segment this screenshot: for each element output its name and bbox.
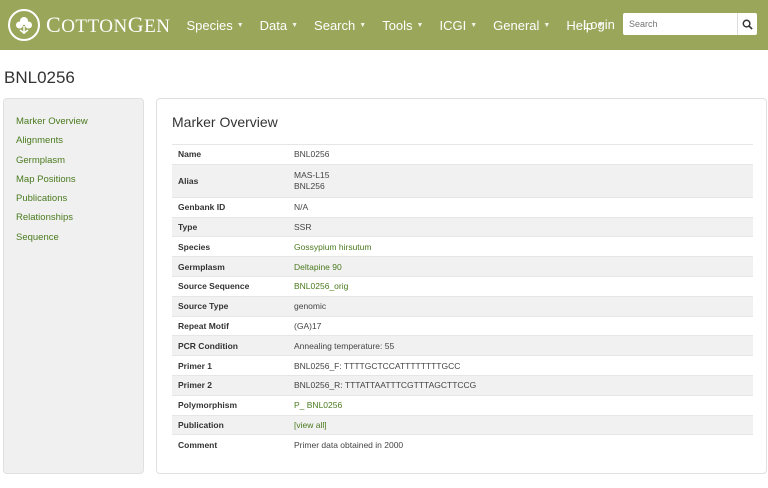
sidebar: Marker Overview Alignments Germplasm Map…	[3, 98, 144, 474]
page-title: BNL0256	[4, 68, 75, 87]
row-pcr-condition: PCR Condition Annealing temperature: 55	[172, 335, 753, 356]
row-primer-1: Primer 1 BNL0256_F: TTTTGCTCCATTTTTTTTGC…	[172, 355, 753, 376]
field-value: Gossypium hirsutum	[288, 237, 753, 257]
row-source-sequence: Source Sequence BNL0256_orig	[172, 276, 753, 296]
sidebar-item-alignments[interactable]: Alignments	[4, 134, 143, 153]
row-genbank-id: Genbank ID N/A	[172, 197, 753, 217]
search-input[interactable]	[623, 13, 737, 35]
germplasm-link[interactable]: Deltapine 90	[294, 262, 342, 272]
alias-value: MAS-L15	[294, 169, 330, 180]
row-species: Species Gossypium hirsutum	[172, 236, 753, 257]
top-navbar: COTTONGEN Species ▼ Data ▼ Search ▼ Tools ▼ …	[0, 0, 768, 50]
polymorphism-link[interactable]: P_ BNL0256	[294, 400, 342, 410]
field-label: Source Type	[178, 301, 229, 312]
field-label: Primer 2	[178, 380, 213, 391]
caret-down-icon: ▼	[236, 21, 244, 29]
search-icon	[742, 19, 753, 30]
marker-details-table: Name BNL0256 Alias MAS-L15 BNL256 Genban…	[172, 144, 753, 455]
sidebar-item-publications[interactable]: Publications	[4, 192, 143, 211]
row-germplasm: Germplasm Deltapine 90	[172, 256, 753, 277]
brand[interactable]: COTTONGEN	[8, 0, 170, 50]
field-label: PCR Condition	[178, 340, 238, 351]
species-link[interactable]: Gossypium hirsutum	[294, 242, 371, 252]
field-label: Name	[178, 149, 202, 160]
brand-name: COTTONGEN	[46, 12, 171, 37]
field-value: BNL0256_F: TTTTGCTCCATTTTTTTTGCC	[294, 360, 461, 371]
row-primer-2: Primer 2 BNL0256_R: TTTATTAATTTCGTTTAGCT…	[172, 375, 753, 396]
row-repeat-motif: Repeat Motif (GA)17	[172, 316, 753, 336]
row-source-type: Source Type genomic	[172, 296, 753, 317]
row-polymorphism: Polymorphism P_ BNL0256	[172, 395, 753, 415]
field-value: Annealing temperature: 55	[294, 340, 395, 351]
row-comment: Comment Primer data obtained in 2000	[172, 434, 753, 455]
main-nav: Species ▼ Data ▼ Search ▼ Tools ▼ ICGI ▼ Gene…	[186, 18, 620, 33]
row-alias: Alias MAS-L15 BNL256	[172, 164, 753, 198]
panel-title: Marker Overview	[172, 114, 278, 130]
field-value: genomic	[294, 301, 327, 312]
caret-down-icon: ▼	[416, 21, 424, 29]
field-value: (GA)17	[294, 320, 322, 331]
nav-icgi[interactable]: ICGI ▼	[439, 18, 477, 33]
row-type: Type SSR	[172, 217, 753, 237]
alias-value: BNL256	[294, 180, 325, 191]
field-label: Genbank ID	[178, 202, 226, 213]
field-value: [view all]	[288, 415, 753, 435]
nav-species[interactable]: Species ▼	[186, 18, 243, 33]
field-value: P_ BNL0256	[288, 395, 753, 415]
source-sequence-link[interactable]: BNL0256_orig	[294, 281, 348, 291]
field-value: MAS-L15 BNL256	[288, 164, 753, 197]
field-label: Primer 1	[178, 360, 213, 371]
caret-down-icon: ▼	[291, 21, 299, 29]
caret-down-icon: ▼	[543, 21, 551, 29]
field-label: Comment	[178, 440, 218, 450]
field-value: SSR	[294, 221, 312, 232]
field-label: Source Sequence	[178, 281, 250, 292]
field-value: BNL0256_orig	[288, 276, 753, 296]
field-label: Repeat Motif	[178, 320, 229, 331]
search-button[interactable]	[737, 13, 757, 35]
field-label: Species	[178, 241, 211, 252]
nav-data[interactable]: Data ▼	[260, 18, 298, 33]
sidebar-item-sequence[interactable]: Sequence	[4, 231, 143, 250]
sidebar-item-marker-overview[interactable]: Marker Overview	[4, 115, 143, 134]
field-value: Primer data obtained in 2000	[294, 440, 404, 450]
marker-overview-panel: Marker Overview Name BNL0256 Alias MAS-L…	[156, 98, 767, 474]
sidebar-item-germplasm[interactable]: Germplasm	[4, 154, 143, 173]
field-label: Alias	[178, 175, 199, 186]
nav-general[interactable]: General ▼	[493, 18, 550, 33]
field-label: Publication	[178, 419, 224, 430]
login-link[interactable]: Login	[583, 17, 615, 32]
field-label: Polymorphism	[178, 400, 238, 411]
row-name: Name BNL0256	[172, 144, 753, 165]
caret-down-icon: ▼	[470, 21, 478, 29]
sidebar-item-relationships[interactable]: Relationships	[4, 211, 143, 230]
view-all-publications-link[interactable]: [view all]	[294, 420, 327, 430]
search-box	[623, 13, 757, 35]
nav-tools[interactable]: Tools ▼	[382, 18, 423, 33]
field-value: BNL0256_R: TTTATTAATTTCGTTTAGCTTCCG	[294, 380, 477, 391]
field-value: BNL0256	[294, 149, 330, 160]
nav-search[interactable]: Search ▼	[314, 18, 366, 33]
field-label: Germplasm	[178, 261, 225, 272]
sidebar-item-map-positions[interactable]: Map Positions	[4, 173, 143, 192]
row-publication: Publication [view all]	[172, 415, 753, 435]
field-value: Deltapine 90	[288, 257, 753, 277]
field-label: Type	[178, 221, 198, 232]
caret-down-icon: ▼	[359, 21, 367, 29]
field-value: N/A	[294, 202, 309, 213]
cotton-logo-icon	[8, 9, 40, 41]
